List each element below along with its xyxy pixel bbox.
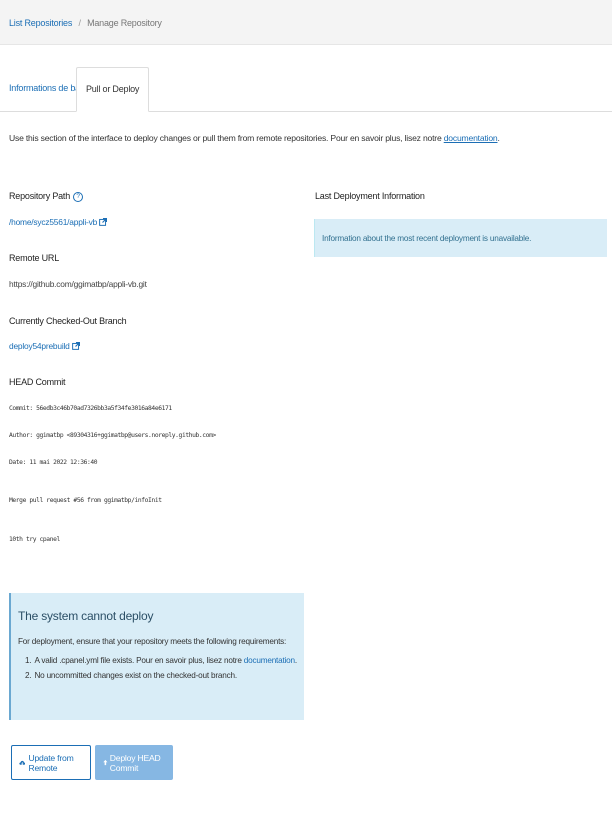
intro-text: Use this section of the interface to dep…: [9, 133, 500, 143]
external-link-icon[interactable]: [71, 342, 80, 350]
list-item-number: 1.: [25, 656, 32, 665]
commit-message: Merge pull request #56 from ggimatbp/inf…: [9, 497, 162, 504]
last-deployment-info: Information about the most recent deploy…: [322, 234, 532, 243]
documentation-link[interactable]: documentation: [444, 133, 498, 143]
commit-date: Date: 11 mai 2022 12:36:40: [9, 459, 98, 466]
list-item-end: .: [294, 656, 297, 665]
repo-path-value: /home/sycz5561/appli-vb: [9, 217, 108, 227]
breadcrumb-list-repositories[interactable]: List Repositories: [9, 18, 72, 28]
breadcrumb-current: Manage Repository: [87, 18, 162, 28]
update-from-remote-button[interactable]: Update from Remote: [11, 745, 91, 780]
question-circle-icon[interactable]: ?: [73, 192, 84, 202]
requirements-documentation-link[interactable]: documentation: [244, 656, 295, 665]
branch-link[interactable]: deploy54prebuild: [9, 341, 70, 351]
repo-path-link[interactable]: /home/sycz5561/appli-vb: [9, 217, 97, 227]
remote-url-value: https://github.com/ggimatbp/appli-vb.git: [9, 279, 147, 289]
list-item: 2. No uncommitted changes exist on the ch…: [25, 668, 297, 683]
cannot-deploy-title: The system cannot deploy: [18, 609, 154, 623]
breadcrumb-separator: /: [78, 18, 81, 28]
repo-path-label-text: Repository Path: [9, 191, 71, 201]
list-item: 1. A valid .cpanel.yml file exists. Pour …: [25, 653, 297, 668]
head-commit-label: HEAD Commit: [9, 377, 66, 387]
list-item-number: 2.: [25, 671, 32, 680]
repo-path-label: Repository Path?: [9, 191, 84, 202]
breadcrumb: List Repositories / Manage Repository: [0, 0, 612, 45]
commit-message-body: 10th try cpanel: [9, 536, 60, 543]
list-item-text: A valid .cpanel.yml file exists. Pour en…: [34, 656, 244, 665]
cannot-deploy-alert: The system cannot deploy For deployment,…: [9, 593, 304, 720]
last-deployment-label: Last Deployment Information: [315, 191, 425, 201]
intro-end: .: [497, 133, 500, 143]
external-link-icon[interactable]: [99, 218, 108, 226]
list-item-text: No uncommitted changes exist on the chec…: [34, 671, 237, 680]
branch-value: deploy54prebuild: [9, 341, 80, 351]
requirements-list: 1. A valid .cpanel.yml file exists. Pour …: [25, 653, 297, 683]
deploy-button-label: Deploy HEAD Commit: [109, 752, 161, 773]
branch-label: Currently Checked-Out Branch: [9, 316, 127, 326]
cannot-deploy-description: For deployment, ensure that your reposit…: [18, 637, 287, 646]
tab-bar: Informations de base Pull or Deploy: [0, 67, 612, 112]
deploy-head-commit-button[interactable]: Deploy HEAD Commit: [95, 745, 173, 780]
cloud-download-icon: [19, 760, 26, 765]
remote-url-label: Remote URL: [9, 253, 60, 263]
commit-hash: Commit: 56edb3c46b70ad7326bb3a5f34fe3016…: [9, 405, 172, 412]
intro-body: Use this section of the interface to dep…: [9, 133, 444, 143]
update-button-label: Update from Remote: [28, 752, 74, 773]
tab-pull-or-deploy[interactable]: Pull or Deploy: [76, 67, 150, 112]
last-deployment-info-box: Information about the most recent deploy…: [314, 219, 607, 257]
upload-arrow-icon: [103, 759, 108, 766]
commit-author: Author: ggimatbp <89304316+ggimatbp@user…: [9, 432, 216, 439]
